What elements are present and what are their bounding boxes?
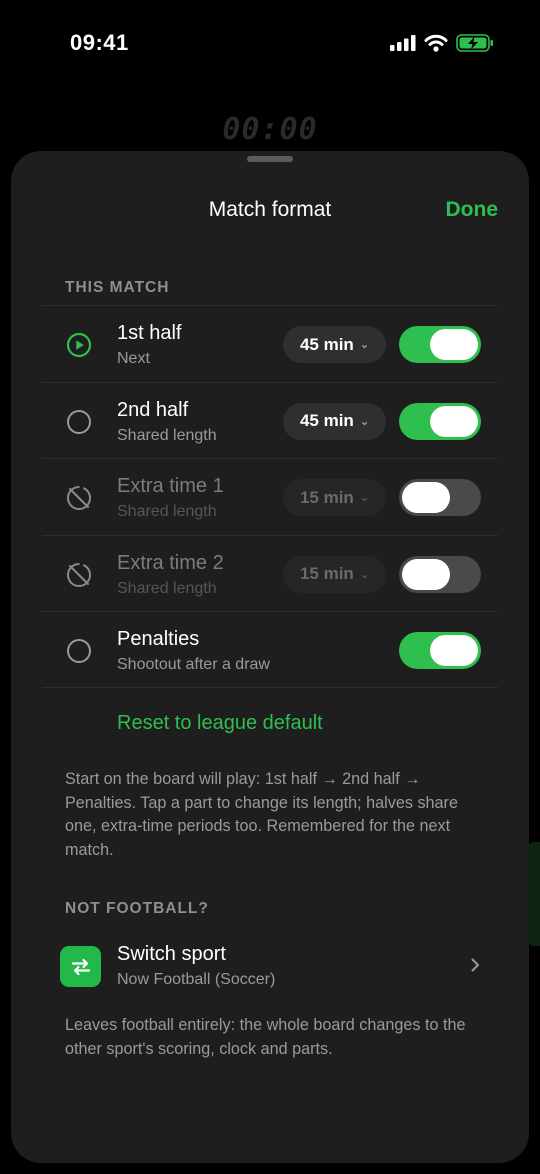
part-toggle[interactable] (399, 632, 481, 670)
play-circle-icon (66, 332, 92, 358)
status-time: 09:41 (70, 30, 129, 55)
empty-circle-icon (67, 409, 91, 434)
background-timer: 00:00 (222, 112, 318, 147)
chevron-down-icon: ⌄ (359, 492, 370, 505)
part-toggle[interactable] (399, 479, 481, 517)
part-title: 1st half (117, 322, 182, 344)
current-sport-label: Now Football (Soccer) (117, 971, 276, 988)
part-toggle[interactable] (399, 555, 481, 593)
part-toggle[interactable] (399, 326, 481, 363)
empty-circle-icon (67, 639, 91, 664)
toggle-knob (402, 558, 450, 590)
status-icons (390, 34, 494, 52)
part-subtitle: Next (117, 350, 150, 367)
background-edge-button (528, 842, 540, 946)
done-button[interactable]: Done (446, 198, 499, 222)
part-row-1st-half[interactable]: 1st half Next 45 min ⌄ (42, 305, 498, 382)
part-subtitle: Shared length (117, 503, 217, 521)
chevron-down-icon: ⌄ (359, 568, 370, 581)
part-subtitle: Shared length (117, 579, 217, 597)
length-value: 15 min (299, 564, 354, 584)
part-title: Extra time 1 (117, 475, 224, 498)
cellular-signal-icon (390, 35, 416, 51)
sheet-grabber[interactable] (247, 156, 293, 162)
chevron-down-icon: ⌄ (359, 339, 370, 351)
part-row-extra-time-1[interactable]: Extra time 1 Shared length 15 min ⌄ (42, 458, 498, 535)
part-toggle[interactable] (399, 402, 481, 440)
toggle-knob (430, 635, 478, 667)
part-title: Penalties (117, 628, 200, 651)
reset-to-default-button[interactable]: Reset to league default (117, 712, 323, 735)
disabled-circle-icon (67, 562, 91, 587)
length-value: 45 min (299, 411, 354, 431)
chevron-down-icon: ⌄ (359, 415, 370, 428)
length-picker[interactable]: 45 min ⌄ (283, 326, 386, 363)
length-picker[interactable]: 45 min ⌄ (283, 402, 386, 440)
switch-sport-title: Switch sport (117, 943, 226, 965)
part-title: Extra time 2 (117, 551, 224, 574)
length-picker[interactable]: 15 min ⌄ (283, 555, 386, 593)
part-row-2nd-half[interactable]: 2nd half Shared length 45 min ⌄ (42, 381, 498, 459)
status-bar: 09:41 (0, 0, 540, 90)
section-header-not-football: NOT FOOTBALL? (65, 900, 209, 917)
part-subtitle: Shared length (117, 426, 217, 444)
battery-charging-icon (456, 34, 493, 52)
length-value: 45 min (299, 334, 354, 354)
length-picker[interactable]: 15 min ⌄ (283, 479, 386, 517)
chevron-right-icon (471, 958, 479, 972)
toggle-knob (402, 482, 450, 514)
section-header-this-match: THIS MATCH (65, 279, 170, 296)
switch-sport-note: Leaves football entirely: the whole boar… (65, 1016, 466, 1058)
match-format-sheet: Match format Done THIS MATCH 1st half Ne… (11, 151, 529, 1163)
swap-arrows-icon (60, 946, 101, 987)
toggle-knob (430, 329, 478, 360)
play-order-explanation: Start on the board will play: 1st half →… (65, 770, 458, 859)
length-value: 15 min (299, 487, 354, 507)
wifi-icon (424, 34, 448, 52)
part-row-penalties[interactable]: Penalties Shootout after a draw (42, 611, 498, 688)
part-title: 2nd half (117, 398, 189, 421)
part-subtitle: Shootout after a draw (117, 656, 270, 674)
switch-sport-row[interactable]: Switch sport Now Football (Soccer) (42, 931, 498, 1001)
match-parts-list: 1st half Next 45 min ⌄ 2nd half Shared l… (42, 305, 498, 688)
disabled-circle-icon (67, 486, 91, 511)
part-row-extra-time-2[interactable]: Extra time 2 Shared length 15 min ⌄ (42, 534, 498, 612)
toggle-knob (430, 405, 478, 437)
